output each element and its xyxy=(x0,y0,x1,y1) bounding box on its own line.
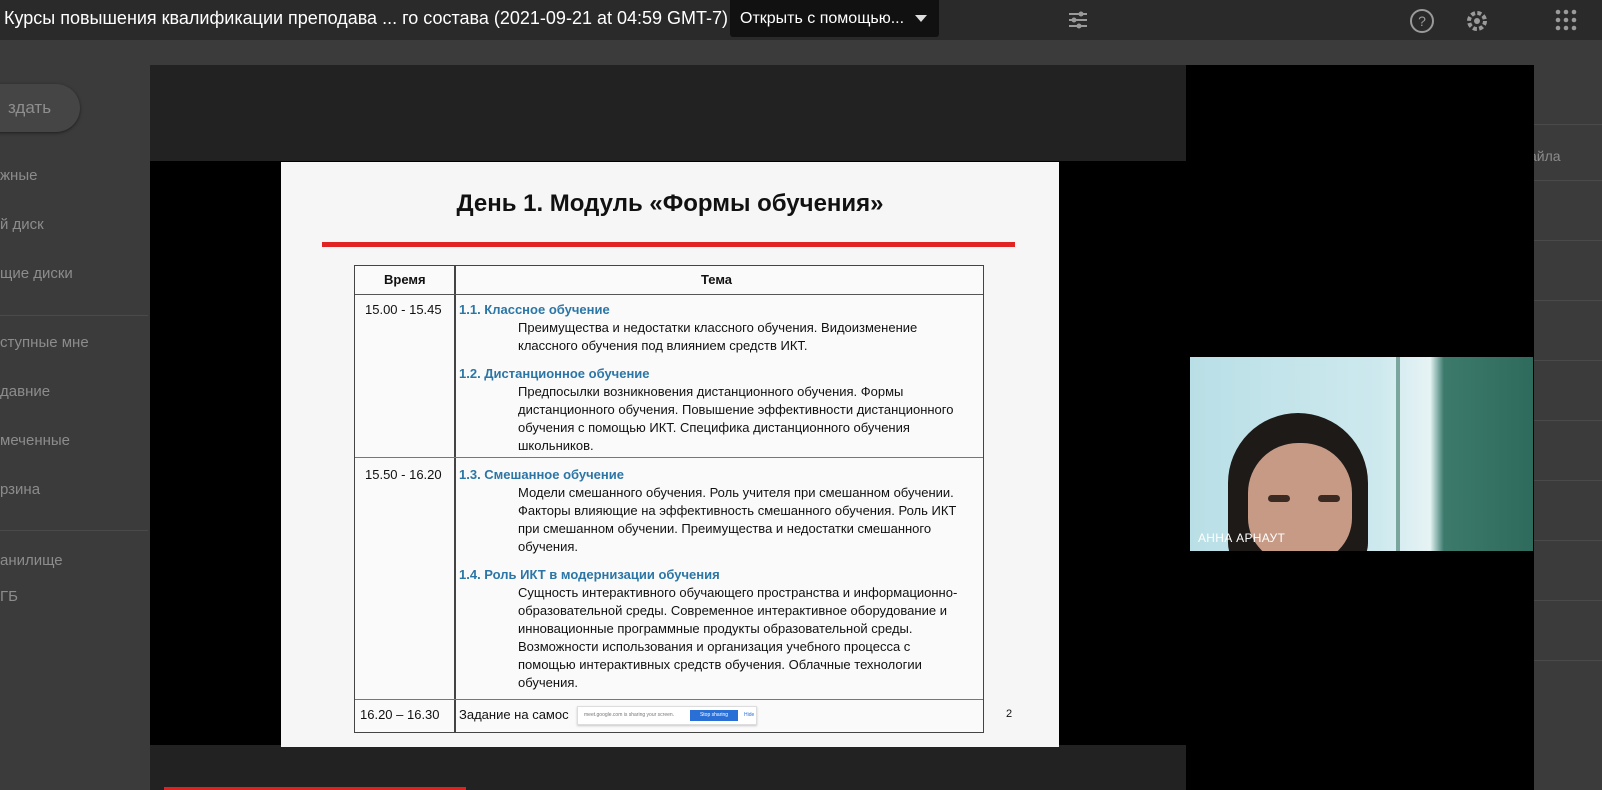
topic-title: 1.1. Классное обучение xyxy=(459,302,610,317)
task-text: Задание на самос xyxy=(459,707,569,722)
column-divider xyxy=(454,266,456,732)
header-divider xyxy=(355,294,983,295)
sidebar-item-shared-with-me[interactable]: ступные мне xyxy=(0,334,89,351)
help-icon[interactable]: ? xyxy=(1409,8,1435,34)
chalkboard-edge xyxy=(1396,357,1400,551)
stop-sharing-button[interactable]: Stop sharing xyxy=(690,710,738,721)
chevron-down-icon xyxy=(915,15,927,22)
drive-file-list: ⋮ айла xyxy=(1501,40,1602,790)
create-button[interactable]: здать xyxy=(0,84,80,132)
sidebar-item-storage[interactable]: анилище xyxy=(0,552,63,569)
open-with-label: Открыть с помощью... xyxy=(740,9,905,27)
participant-eye xyxy=(1268,495,1290,502)
header-time: Время xyxy=(384,272,426,287)
video-letterbox-bottom xyxy=(150,745,1186,790)
hide-button[interactable]: Hide xyxy=(744,712,754,718)
slide-title: День 1. Модуль «Формы обучения» xyxy=(456,190,884,217)
topic-title: 1.2. Дистанционное обучение xyxy=(459,366,650,381)
sidebar-item-my-drive[interactable]: й диск xyxy=(0,216,44,233)
topic-title: 1.3. Смешанное обучение xyxy=(459,467,624,482)
topic-description: Модели смешанного обучения. Роль учителя… xyxy=(518,485,957,554)
topic-description: Предпосылки возникновения дистанционного… xyxy=(518,384,954,453)
file-title: Курсы повышения квалификации преподава .… xyxy=(4,8,729,28)
share-status-text: meet.google.com is sharing your screen. xyxy=(584,712,675,718)
topic-description: Преимущества и недостатки классного обуч… xyxy=(518,320,918,353)
sidebar-divider xyxy=(0,315,148,316)
row-divider xyxy=(355,699,983,700)
title-underline xyxy=(322,242,1015,247)
tune-icon[interactable] xyxy=(1065,8,1091,34)
video-letterbox-top xyxy=(150,65,1186,161)
sidebar-item-priority[interactable]: жные xyxy=(0,167,37,184)
presentation-slide: День 1. Модуль «Формы обучения» Время Те… xyxy=(281,162,1059,747)
row-time: 15.50 - 16.20 xyxy=(365,467,442,482)
participant-name: АННА АРНАУТ xyxy=(1198,531,1286,545)
row-divider xyxy=(1533,300,1602,301)
row-time: 15.00 - 15.45 xyxy=(365,302,442,317)
open-with-button[interactable]: Открыть с помощью... xyxy=(730,0,939,37)
svg-text:?: ? xyxy=(1418,13,1426,29)
webcam-tile: АННА АРНАУТ xyxy=(1190,357,1533,551)
row-divider xyxy=(1533,124,1602,125)
header-topic: Тема xyxy=(701,272,733,287)
participant-eye xyxy=(1318,495,1340,502)
row-divider xyxy=(355,457,983,458)
topic-description: Сущность интерактивного обучающего прост… xyxy=(518,585,958,690)
storage-usage: ГБ xyxy=(0,588,18,605)
schedule-table: Время Тема 15.00 - 15.45 1.1. Классное о… xyxy=(354,265,984,733)
sidebar-item-recent[interactable]: давние xyxy=(0,383,50,400)
sidebar-divider xyxy=(0,530,148,531)
apps-icon[interactable] xyxy=(1553,8,1579,34)
create-label: здать xyxy=(8,98,52,117)
sidebar-item-trash[interactable]: рзина xyxy=(0,481,40,498)
row-divider xyxy=(1533,660,1602,661)
row-divider xyxy=(1533,600,1602,601)
settings-icon[interactable] xyxy=(1464,8,1490,34)
row-divider xyxy=(1533,240,1602,241)
row-divider xyxy=(1533,540,1602,541)
row-time: 16.20 – 16.30 xyxy=(360,707,440,722)
sidebar-item-starred[interactable]: меченные xyxy=(0,432,70,449)
row-divider xyxy=(1533,420,1602,421)
row-divider xyxy=(1533,480,1602,481)
drive-sidebar: здать жные й диск щие диски ступные мне … xyxy=(0,40,148,790)
sidebar-item-shared-drives[interactable]: щие диски xyxy=(0,265,73,282)
row-divider xyxy=(1533,180,1602,181)
screen-share-bar: meet.google.com is sharing your screen. … xyxy=(577,706,757,725)
row-divider xyxy=(1533,360,1602,361)
top-bar: Курсы повышения квалификации преподава .… xyxy=(0,0,1602,40)
slide-page-number: 2 xyxy=(1006,708,1013,720)
topic-title: 1.4. Роль ИКТ в модернизации обучения xyxy=(459,567,720,582)
